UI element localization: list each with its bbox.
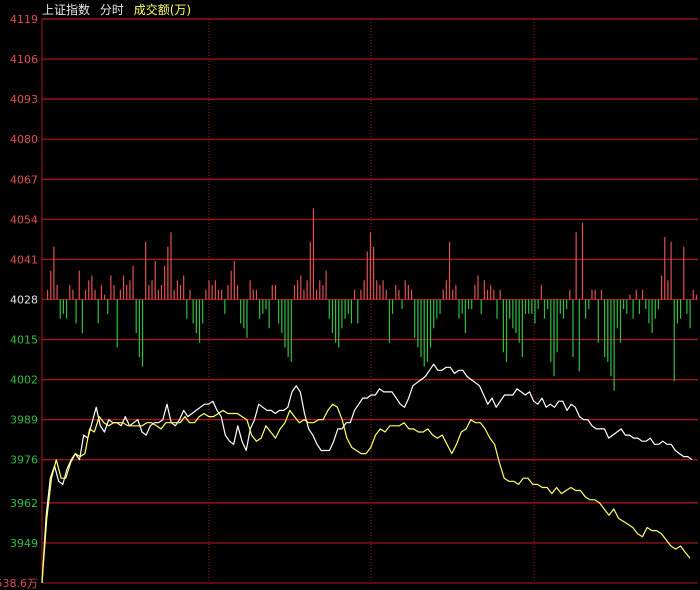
y-tick-label: 3976 <box>10 454 38 467</box>
y-tick-label: 3949 <box>10 537 38 550</box>
y-tick-label: 4054 <box>10 213 38 226</box>
y-tick-label: 4067 <box>10 173 38 186</box>
y-tick-label: 4106 <box>10 53 38 66</box>
volume-scale-label: 538.6万 <box>0 577 38 590</box>
y-tick-label: 4119 <box>10 13 38 26</box>
y-tick-label: 4041 <box>10 253 38 266</box>
y-tick-label: 4093 <box>10 93 38 106</box>
indicator-label[interactable]: 成交额(万) <box>134 3 191 17</box>
y-tick-label: 4028 <box>10 293 38 306</box>
mode-label[interactable]: 分时 <box>100 3 124 17</box>
chart-header: 上证指数 分时 成交额(万) <box>42 2 197 18</box>
y-tick-label: 3989 <box>10 414 38 427</box>
y-tick-label: 4080 <box>10 133 38 146</box>
y-tick-label: 4015 <box>10 334 38 347</box>
y-tick-label: 4002 <box>10 374 38 387</box>
y-tick-label: 3962 <box>10 497 38 510</box>
index-name[interactable]: 上证指数 <box>42 3 90 17</box>
price-line[interactable] <box>41 363 693 584</box>
average-price-line[interactable] <box>41 403 691 584</box>
chart-area[interactable]: 4119 4106 4093 4080 4067 4054 4041 4028 4015 4002… <box>0 0 700 590</box>
